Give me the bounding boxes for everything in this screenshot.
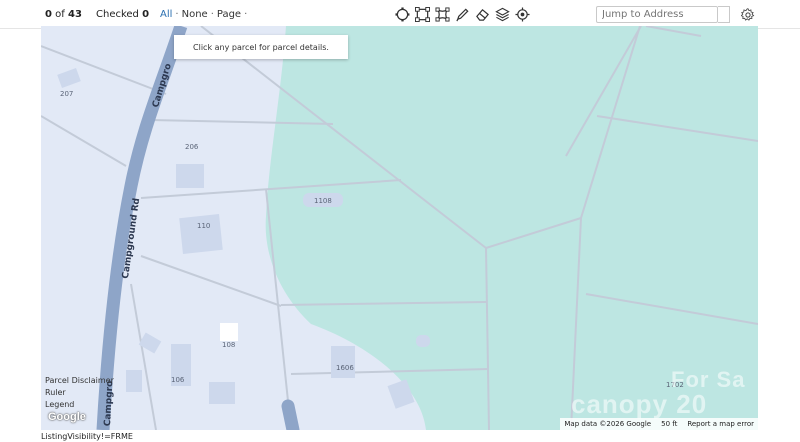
- parcel-number[interactable]: 106: [171, 376, 184, 384]
- pencil-icon[interactable]: [454, 6, 470, 22]
- jump-to-address-button[interactable]: [718, 6, 730, 23]
- layers-icon[interactable]: [494, 6, 510, 22]
- parcel-number[interactable]: 1606: [336, 364, 354, 372]
- selected-parcel-marker[interactable]: [220, 323, 238, 341]
- polygon-draw-icon[interactable]: [414, 6, 430, 22]
- parcel-number[interactable]: 110: [197, 222, 210, 230]
- google-logo[interactable]: Google: [48, 411, 86, 423]
- parcel-number[interactable]: 206: [185, 143, 198, 151]
- map-links: Parcel Disclaimer Ruler Legend: [45, 375, 114, 411]
- freeform-draw-icon[interactable]: [434, 6, 450, 22]
- checked-count: Checked 0: [96, 9, 150, 20]
- map-attribution: Map data ©2026 Google 50 ft Report a map…: [560, 418, 758, 430]
- parcel-number[interactable]: 207: [60, 90, 73, 98]
- result-count: 0 of 43: [45, 9, 82, 20]
- jump-to-address-input[interactable]: [596, 6, 718, 23]
- parcel-disclaimer-link[interactable]: Parcel Disclaimer: [45, 375, 114, 387]
- road-spur: [281, 399, 300, 430]
- circle-draw-icon[interactable]: [394, 6, 410, 22]
- footer-text: ListingVisibility!=FRME: [41, 432, 133, 441]
- legend-link[interactable]: Legend: [45, 399, 114, 411]
- watermark: For Sa canopy 20: [571, 367, 746, 419]
- gear-icon[interactable]: [740, 8, 755, 22]
- select-none-link[interactable]: None: [182, 9, 208, 20]
- parcel-map[interactable]: Campgro Campground Rd Campgro 207 206 11…: [41, 26, 758, 430]
- parcel-number[interactable]: 108: [222, 341, 235, 349]
- draw-tools: [394, 6, 530, 22]
- eraser-icon[interactable]: [474, 6, 490, 22]
- ruler-link[interactable]: Ruler: [45, 387, 114, 399]
- select-all-link[interactable]: All: [160, 9, 172, 20]
- report-map-error-link[interactable]: Report a map error: [687, 420, 754, 428]
- scale-text[interactable]: 50 ft: [661, 420, 677, 428]
- selection-options: All · None · Page ·: [160, 9, 248, 20]
- attribution-text: Map data ©2026 Google: [564, 420, 652, 428]
- parcel-number[interactable]: 1108: [314, 197, 332, 205]
- map-tooltip: Click any parcel for parcel details.: [174, 35, 348, 59]
- target-icon[interactable]: [514, 6, 530, 22]
- toolbar: 0 of 43 Checked 0 All · None · Page ·: [0, 0, 800, 29]
- select-page-link[interactable]: Page: [217, 9, 241, 20]
